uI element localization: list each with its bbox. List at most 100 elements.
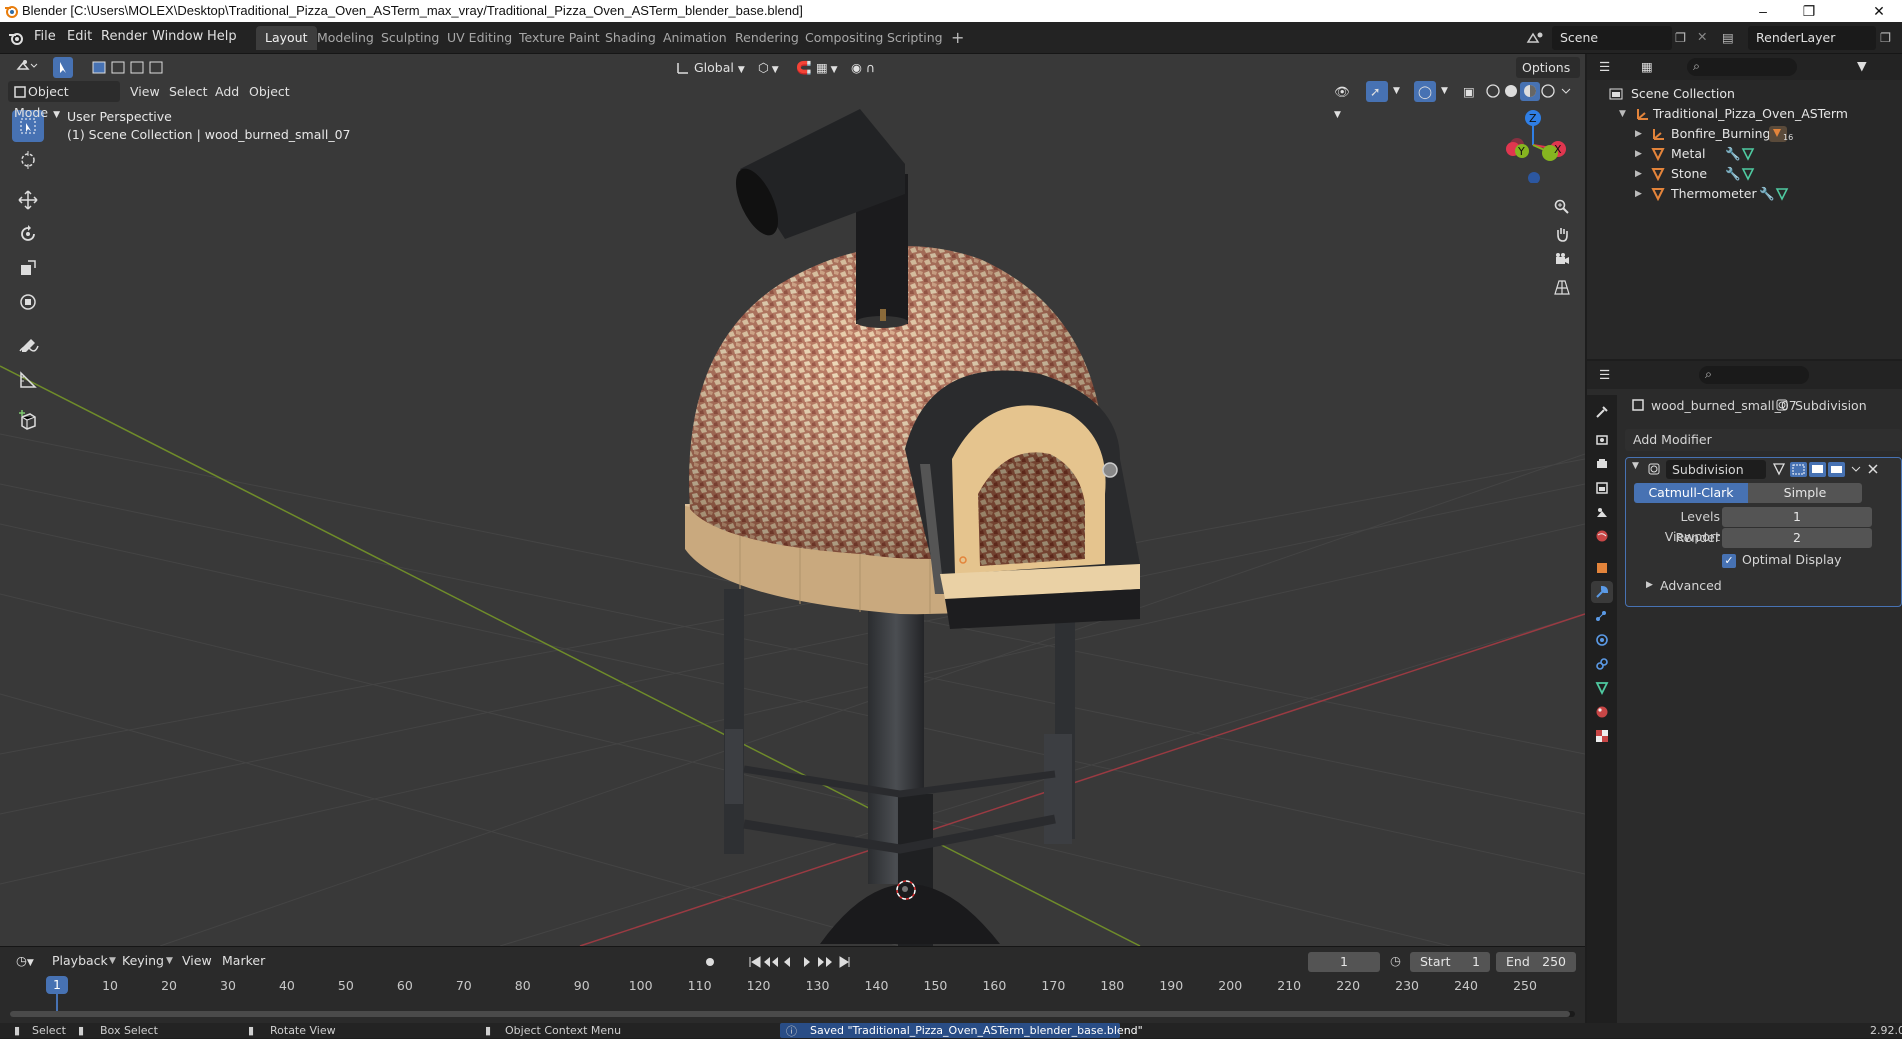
filter-icon[interactable]: ▼: [1857, 58, 1867, 73]
menu-edit[interactable]: Edit: [67, 29, 92, 44]
advanced-expand-icon[interactable]: ▶: [1646, 580, 1653, 590]
outliner-collection-row[interactable]: ▼ Traditional_Pizza_Oven_ASTerm: [1587, 104, 1902, 124]
view-layer-icon[interactable]: ▤: [1722, 30, 1734, 45]
tool-tab-icon[interactable]: [1591, 401, 1613, 423]
xray-toggle-icon[interactable]: ▣: [1460, 81, 1480, 102]
proportional-editing-icon[interactable]: ◉ ∩: [845, 57, 885, 78]
annotate-tool[interactable]: [12, 330, 44, 362]
object-visibility-icon[interactable]: 👁▼: [1328, 81, 1362, 120]
menu-window[interactable]: Window: [152, 29, 203, 44]
modifier-toggles[interactable]: [1770, 460, 1882, 479]
pan-hand-icon[interactable]: [1549, 221, 1575, 247]
particles-tab-icon[interactable]: [1591, 605, 1613, 627]
data-tab-icon[interactable]: [1591, 677, 1613, 699]
navigation-gizmo[interactable]: Z Y X: [1495, 108, 1575, 183]
output-tab-icon[interactable]: [1591, 453, 1613, 475]
modifiers-tab-icon[interactable]: [1591, 581, 1613, 603]
constraints-tab-icon[interactable]: [1591, 653, 1613, 675]
advanced-subpanel-label[interactable]: Advanced: [1660, 578, 1722, 593]
minimize-icon[interactable]: –: [1740, 0, 1786, 22]
panel-collapse-icon[interactable]: ▼: [1632, 461, 1639, 471]
object-tab-icon[interactable]: [1591, 557, 1613, 579]
mode-selector[interactable]: Object Mode ▼: [8, 81, 120, 120]
tab-animation[interactable]: Animation: [654, 26, 736, 50]
tab-uv-editing[interactable]: UV Editing: [438, 26, 521, 50]
add-workspace-button[interactable]: +: [942, 26, 973, 50]
simple-button[interactable]: Simple: [1748, 483, 1862, 503]
scale-tool[interactable]: [12, 252, 44, 284]
remove-scene-icon[interactable]: ✕: [1697, 29, 1707, 44]
expand-arrow-icon[interactable]: ▶: [1635, 164, 1642, 184]
modifier-name-field[interactable]: Subdivision: [1666, 460, 1766, 479]
levels-viewport-field[interactable]: 1: [1722, 507, 1872, 527]
select-mode-set-icon[interactable]: [53, 57, 73, 78]
scene-selector[interactable]: Scene: [1552, 26, 1672, 50]
expand-arrow-icon[interactable]: ▶: [1635, 184, 1642, 204]
transform-orientation-select[interactable]: Global ▼: [672, 57, 746, 78]
menu-object[interactable]: Object: [243, 81, 296, 102]
outliner-item-thermometer[interactable]: ▶ Thermometer 🔧: [1587, 184, 1902, 204]
transform-tool[interactable]: [12, 286, 44, 318]
tab-texture-paint[interactable]: Texture Paint: [510, 26, 609, 50]
editor-type-button[interactable]: [10, 57, 40, 78]
collapse-arrow-icon[interactable]: ▼: [1619, 104, 1626, 124]
render-levels-field[interactable]: 2: [1722, 528, 1872, 548]
move-tool[interactable]: [12, 184, 44, 216]
options-dropdown[interactable]: Options ▼: [1516, 57, 1580, 99]
playhead-frame[interactable]: 1: [46, 976, 68, 994]
render-tab-icon[interactable]: [1591, 429, 1613, 451]
pivot-point-icon[interactable]: ⬡ ▼: [752, 57, 794, 78]
gizmo-toggle-icon[interactable]: ➚: [1366, 81, 1388, 102]
new-view-layer-icon[interactable]: ❐: [1880, 30, 1891, 45]
add-modifier-dropdown[interactable]: Add Modifier: [1625, 429, 1902, 451]
gizmo-dropdown-icon[interactable]: ▼: [1390, 81, 1408, 102]
shading-mode-buttons[interactable]: [1484, 81, 1572, 102]
restore-icon[interactable]: ❐: [1786, 0, 1832, 22]
outliner-scene-collection[interactable]: Scene Collection: [1587, 84, 1902, 104]
menu-select[interactable]: Select: [163, 81, 214, 102]
selection-mode-buttons[interactable]: [90, 57, 182, 78]
menu-file[interactable]: File: [34, 29, 56, 44]
outliner-editor-type-icon[interactable]: ☰: [1599, 59, 1610, 74]
tab-scripting[interactable]: Scripting: [878, 26, 952, 50]
overlays-dropdown-icon[interactable]: ▼: [1438, 81, 1456, 102]
catmull-clark-button[interactable]: Catmull-Clark: [1634, 483, 1748, 503]
expand-arrow-icon[interactable]: ▶: [1635, 124, 1642, 144]
outliner-item-stone[interactable]: ▶ Stone 🔧: [1587, 164, 1902, 184]
optimal-display-checkbox[interactable]: ✓: [1722, 554, 1736, 568]
new-scene-icon[interactable]: ❐: [1675, 30, 1686, 45]
blender-menu-icon[interactable]: [8, 30, 24, 46]
menu-view[interactable]: View: [124, 81, 166, 102]
expand-arrow-icon[interactable]: ▶: [1635, 144, 1642, 164]
close-icon[interactable]: ✕: [1856, 0, 1902, 22]
display-mode-icon[interactable]: ▦: [1641, 59, 1653, 74]
outliner-search-input[interactable]: ⌕: [1687, 58, 1797, 76]
camera-view-icon[interactable]: [1549, 247, 1575, 273]
perspective-toggle-icon[interactable]: [1549, 274, 1575, 300]
cursor-tool[interactable]: [12, 144, 44, 176]
menu-render[interactable]: Render: [101, 29, 147, 44]
add-cube-tool[interactable]: [12, 404, 44, 436]
view-layer-selector[interactable]: RenderLayer: [1748, 26, 1876, 50]
physics-tab-icon[interactable]: [1591, 629, 1613, 651]
timeline-scrollbar[interactable]: [10, 1011, 1575, 1017]
view-layer-tab-icon[interactable]: [1591, 477, 1613, 499]
menu-add[interactable]: Add: [209, 81, 245, 102]
scene-tab-icon[interactable]: [1591, 501, 1613, 523]
material-tab-icon[interactable]: [1591, 701, 1613, 723]
3d-viewport[interactable]: User Perspective (1) Scene Collection | …: [0, 54, 1585, 946]
render-levels-value: 2: [1793, 530, 1801, 545]
overlays-toggle-icon[interactable]: ◯: [1414, 81, 1436, 102]
outliner-item-bonfire[interactable]: ▶ Bonfire_Burning 16: [1587, 124, 1902, 144]
measure-tool[interactable]: [12, 364, 44, 396]
world-tab-icon[interactable]: [1591, 525, 1613, 547]
tab-sculpting[interactable]: Sculpting: [372, 26, 448, 50]
properties-editor-type-icon[interactable]: ☰: [1599, 367, 1610, 382]
rotate-tool[interactable]: [12, 218, 44, 250]
texture-tab-icon[interactable]: [1591, 725, 1613, 747]
zoom-icon[interactable]: [1549, 194, 1575, 220]
outliner-item-metal[interactable]: ▶ Metal 🔧: [1587, 144, 1902, 164]
menu-help[interactable]: Help: [207, 29, 237, 44]
properties-search-input[interactable]: ⌕: [1699, 366, 1809, 384]
scene-icon[interactable]: [1526, 30, 1544, 46]
